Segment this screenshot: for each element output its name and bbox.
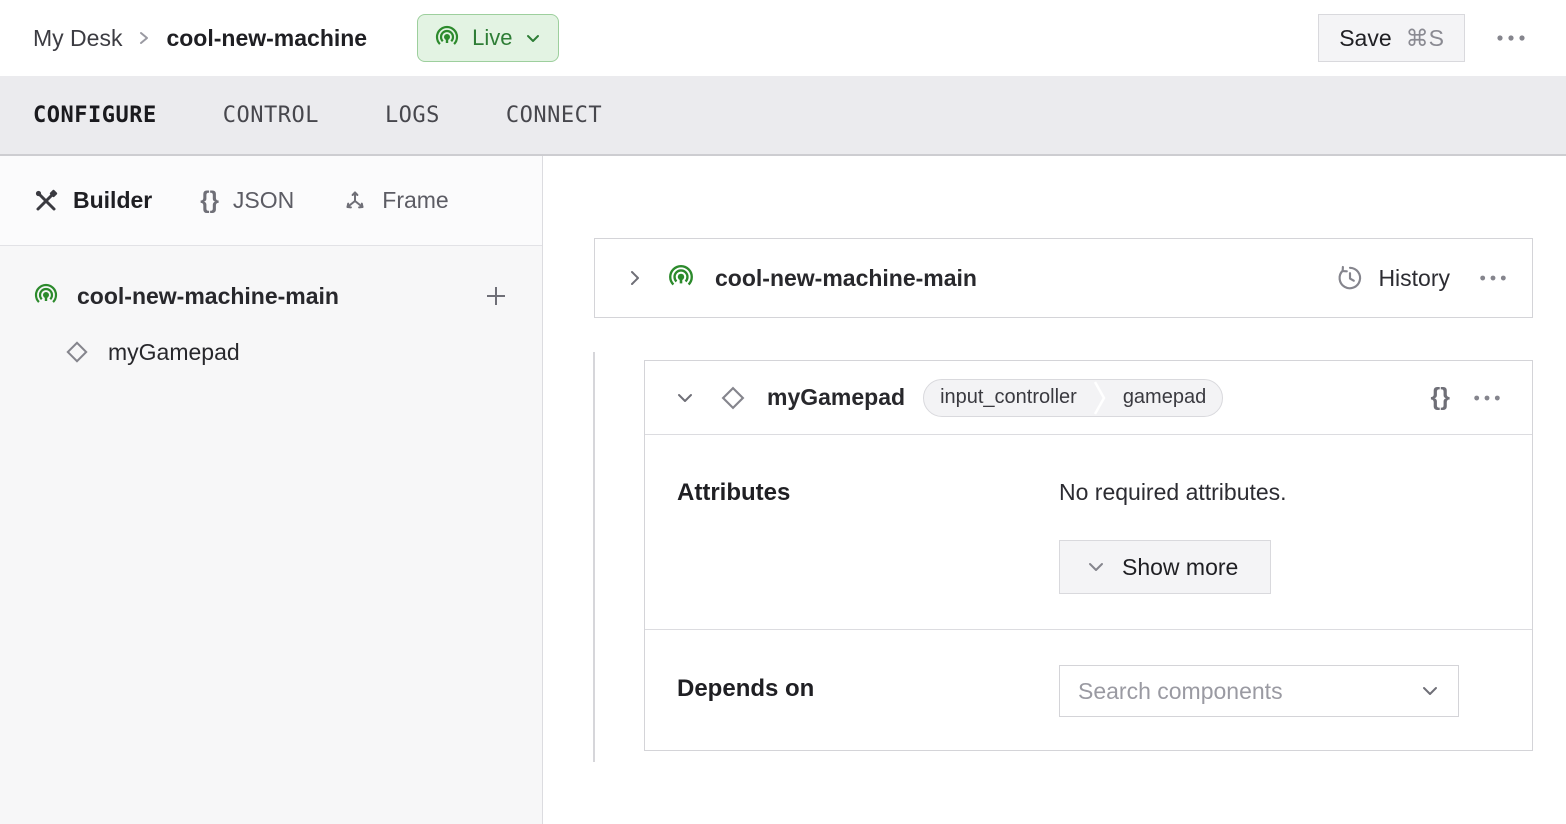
view-builder[interactable]: Builder	[33, 187, 152, 214]
save-button[interactable]: Save ⌘S	[1318, 14, 1465, 62]
tab-logs[interactable]: LOGS	[385, 103, 440, 128]
view-frame[interactable]: Frame	[342, 187, 448, 214]
configure-content: Builder {} JSON Frame	[0, 156, 1566, 824]
machine-card-more-button[interactable]	[1478, 274, 1508, 282]
show-more-label: Show more	[1122, 554, 1238, 581]
live-chevron-down-icon	[524, 29, 542, 47]
tab-connect[interactable]: CONNECT	[506, 103, 602, 128]
breadcrumb-chevron-icon	[136, 26, 152, 50]
depends-on-select[interactable]	[1059, 665, 1459, 717]
component-type-badge: input_controller gamepad	[923, 379, 1223, 417]
machine-part-icon	[33, 283, 59, 309]
live-status-label: Live	[472, 25, 512, 51]
attributes-label: Attributes	[677, 479, 1059, 594]
save-button-label: Save	[1339, 25, 1391, 52]
ellipsis-icon	[1472, 394, 1502, 402]
config-sidebar: Builder {} JSON Frame	[0, 156, 543, 824]
view-json[interactable]: {} JSON	[200, 187, 294, 215]
save-shortcut-hint: ⌘S	[1406, 25, 1444, 52]
machine-part-icon	[667, 264, 695, 292]
live-broadcast-icon	[434, 25, 460, 51]
breadcrumb-machine-name: cool-new-machine	[166, 25, 367, 52]
tree-item-machine-part[interactable]: cool-new-machine-main	[0, 268, 542, 324]
live-status-button[interactable]: Live	[417, 14, 559, 62]
component-collapse-chevron-icon[interactable]	[675, 388, 695, 408]
depends-on-label: Depends on	[677, 665, 1059, 717]
history-label: History	[1378, 265, 1450, 292]
ellipsis-icon	[1478, 274, 1508, 282]
machine-tree: cool-new-machine-main myGamepad	[0, 246, 542, 824]
plus-icon	[483, 283, 509, 309]
tree-machine-part-label: cool-new-machine-main	[77, 283, 483, 310]
machine-tabbar: CONFIGURE CONTROL LOGS CONNECT	[0, 76, 1566, 156]
search-components-input[interactable]	[1078, 678, 1420, 705]
view-json-label: JSON	[233, 187, 294, 214]
config-main-panel: cool-new-machine-main History	[543, 156, 1566, 824]
machine-part-card: cool-new-machine-main History	[594, 238, 1533, 318]
tools-icon	[33, 188, 59, 214]
history-clock-icon	[1336, 264, 1364, 292]
component-model-label: gamepad	[1107, 386, 1222, 409]
component-json-button[interactable]: {}	[1431, 383, 1450, 412]
component-more-button[interactable]	[1472, 394, 1502, 402]
view-builder-label: Builder	[73, 187, 152, 214]
machine-card-expand-chevron-icon[interactable]	[625, 268, 645, 288]
add-component-button[interactable]	[483, 283, 509, 309]
component-card-header: myGamepad input_controller gamepad {}	[645, 361, 1532, 435]
select-chevron-down-icon	[1420, 681, 1440, 701]
tree-connector-line	[593, 352, 595, 762]
show-more-button[interactable]: Show more	[1059, 540, 1271, 594]
machine-part-card-title: cool-new-machine-main	[715, 265, 1336, 292]
diamond-icon	[64, 339, 90, 365]
view-frame-label: Frame	[382, 187, 448, 214]
header-more-menu-button[interactable]	[1489, 28, 1533, 48]
braces-icon: {}	[200, 187, 219, 215]
diamond-icon	[719, 384, 747, 412]
config-view-switcher: Builder {} JSON Frame	[0, 156, 542, 246]
app-header: My Desk cool-new-machine Live Save ⌘S	[0, 0, 1566, 76]
chevron-down-icon	[1086, 557, 1106, 577]
tab-control[interactable]: CONTROL	[223, 103, 319, 128]
attributes-empty-text: No required attributes.	[1059, 479, 1500, 506]
breadcrumb-root[interactable]: My Desk	[33, 25, 122, 52]
ellipsis-icon	[1495, 34, 1527, 42]
braces-icon: {}	[1431, 383, 1450, 412]
tree-component-label: myGamepad	[108, 339, 240, 366]
tree-item-component[interactable]: myGamepad	[0, 324, 542, 380]
tab-configure[interactable]: CONFIGURE	[33, 103, 157, 128]
badge-separator-chevron-icon	[1093, 379, 1107, 417]
frame-axes-icon	[342, 188, 368, 214]
component-card: myGamepad input_controller gamepad {}	[644, 360, 1533, 751]
depends-on-section: Depends on	[645, 630, 1532, 750]
component-card-title: myGamepad	[767, 384, 905, 411]
attributes-section: Attributes No required attributes. Show …	[645, 435, 1532, 630]
history-button[interactable]: History	[1336, 264, 1450, 292]
component-api-label: input_controller	[924, 386, 1093, 409]
